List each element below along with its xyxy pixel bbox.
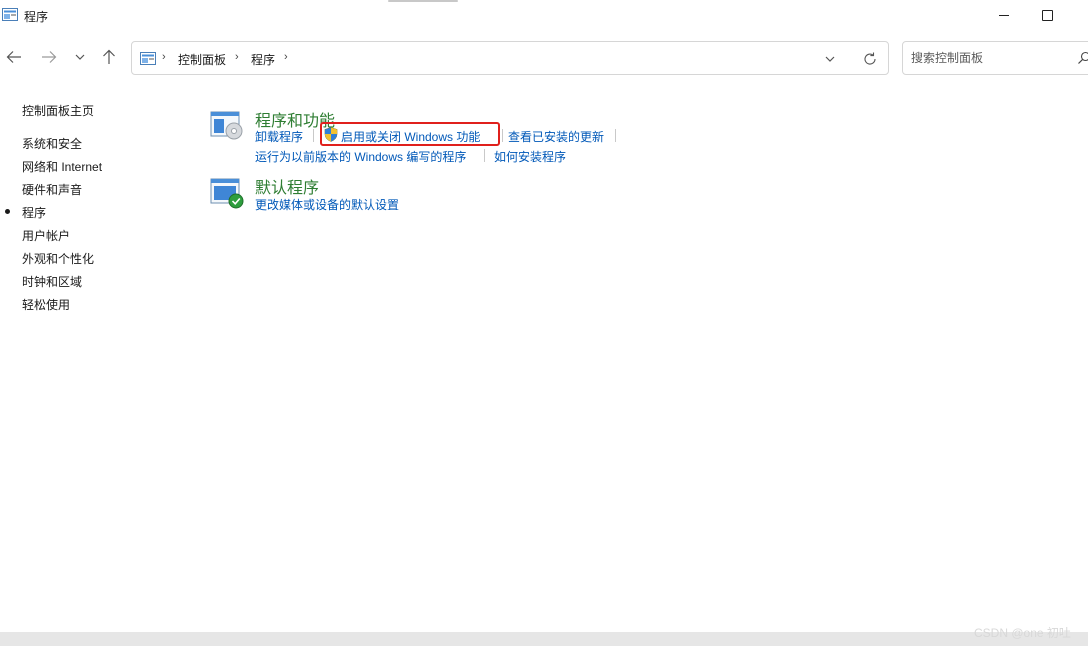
arrow-left-icon <box>6 51 21 63</box>
breadcrumb-separator: › <box>235 51 239 63</box>
breadcrumb-separator: › <box>284 51 288 63</box>
link-separator <box>615 129 616 142</box>
back-button[interactable] <box>4 46 24 68</box>
search-icon[interactable] <box>1077 51 1088 65</box>
refresh-icon[interactable] <box>862 51 878 67</box>
category-title-default-programs[interactable]: 默认程序 <box>255 174 319 198</box>
search-box <box>902 41 1088 75</box>
sidebar-item-appearance[interactable]: 外观和个性化 <box>22 250 94 267</box>
link-separator <box>502 129 503 142</box>
window-drag-handle[interactable] <box>388 0 458 2</box>
sidebar-control-panel-home[interactable]: 控制面板主页 <box>22 102 94 119</box>
breadcrumb-separator: › <box>162 51 166 63</box>
link-how-to-install[interactable]: 如何安装程序 <box>494 148 566 165</box>
breadcrumb-control-panel[interactable]: 控制面板 <box>178 51 226 68</box>
sidebar-item-user-accounts[interactable]: 用户帐户 <box>22 227 70 244</box>
link-uninstall-program[interactable]: 卸载程序 <box>255 128 303 145</box>
default-programs-icon[interactable] <box>210 177 244 209</box>
link-separator <box>313 129 314 142</box>
sidebar-item-programs[interactable]: 程序 <box>22 204 46 221</box>
sidebar-item-ease-of-access[interactable]: 轻松使用 <box>22 296 70 313</box>
recent-locations-button[interactable] <box>70 46 90 68</box>
highlight-annotation-box <box>320 122 500 146</box>
chevron-down-icon <box>75 54 85 60</box>
window-bottom-edge <box>0 632 1088 646</box>
search-input[interactable] <box>911 50 1061 66</box>
sidebar-item-hardware-sound[interactable]: 硬件和声音 <box>22 181 82 198</box>
sidebar-item-system-security[interactable]: 系统和安全 <box>22 135 82 152</box>
programs-and-features-icon[interactable] <box>210 110 244 142</box>
link-view-installed-updates[interactable]: 查看已安装的更新 <box>508 128 604 145</box>
window-title: 程序 <box>24 10 49 24</box>
link-separator <box>484 149 485 162</box>
forward-button[interactable] <box>39 46 59 68</box>
sidebar-item-clock-region[interactable]: 时钟和区域 <box>22 273 82 290</box>
control-panel-window: 程序 › 控制面板 › 程序 › 搜索控制面板 控制面板主页 系统和安全 网络和… <box>0 0 1088 646</box>
address-dropdown-icon[interactable] <box>822 52 838 66</box>
active-item-bullet <box>5 209 10 214</box>
link-run-older-programs[interactable]: 运行为以前版本的 Windows 编写的程序 <box>255 148 466 165</box>
title-bar: 程序 <box>0 0 1088 30</box>
sidebar-item-network-internet[interactable]: 网络和 Internet <box>22 158 102 175</box>
breadcrumb-programs[interactable]: 程序 <box>251 51 275 68</box>
address-bar[interactable]: › 控制面板 › 程序 › <box>131 41 889 75</box>
control-panel-icon <box>140 52 156 65</box>
maximize-button[interactable] <box>1036 6 1058 26</box>
watermark-text: CSDN @one 初吐 <box>974 626 1071 640</box>
navigation-bar: › 控制面板 › 程序 › <box>0 30 1088 86</box>
link-change-default-settings[interactable]: 更改媒体或设备的默认设置 <box>255 196 399 213</box>
arrow-right-icon <box>42 51 57 63</box>
arrow-up-icon <box>103 49 115 64</box>
control-panel-app-icon <box>2 8 18 21</box>
up-button[interactable] <box>99 46 119 68</box>
minimize-button[interactable] <box>990 6 1018 26</box>
